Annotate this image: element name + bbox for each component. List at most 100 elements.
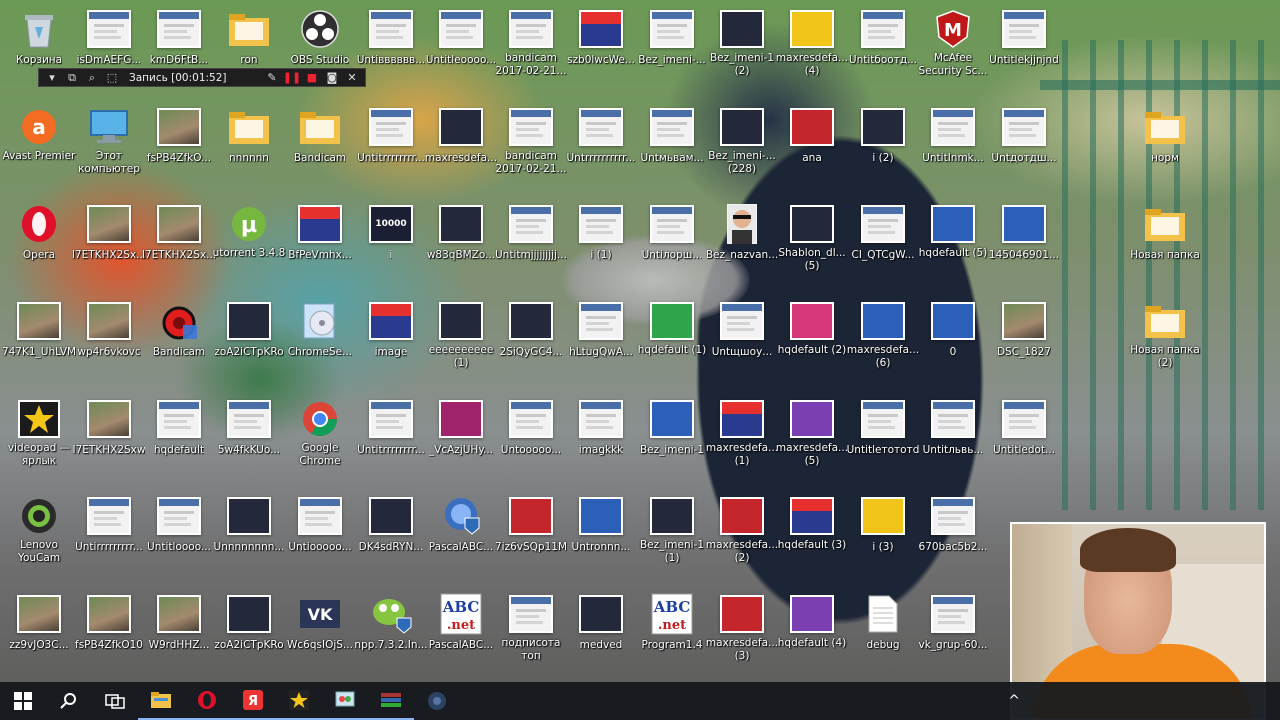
desktop-icon[interactable]: Untiвввввв... [354,6,428,67]
taskbar-chrome[interactable] [414,682,460,720]
desktop-icon[interactable]: Shablon_dl... (5) [775,201,849,273]
desktop-icon[interactable]: 0 [916,298,990,359]
task-view-button[interactable] [92,682,138,720]
desktop-icon[interactable]: maxresdefa... (3) [705,591,779,663]
desktop-icon[interactable]: Untooooo... [494,396,568,457]
taskbar-explorer[interactable] [138,682,184,720]
desktop-icon[interactable]: Untitlekjjnjnd [987,6,1061,67]
desktop-icon[interactable]: ChromeSe... [283,298,357,359]
desktop-icon[interactable]: Opera [2,201,76,262]
desktop-icon[interactable]: hqdefault [142,396,216,457]
desktop-icon[interactable]: Новая папка [1128,201,1202,262]
desktop-icon[interactable]: eeeeeeeeee (1) [424,298,498,370]
desktop-icon[interactable]: 747K1_UhLVM [2,298,76,359]
desktop-icon[interactable]: wp4r6vkovc [72,298,146,359]
close-icon[interactable]: ✕ [345,71,359,85]
desktop-icon[interactable]: подписота топ [494,591,568,663]
desktop-icon[interactable]: hqdefault (5) [916,201,990,260]
desktop-icon[interactable]: w83qBMZo... [424,201,498,262]
desktop-icon[interactable]: hqdefault (3) [775,493,849,552]
desktop-icon[interactable]: Этот компьютер [72,104,146,176]
desktop-icon[interactable]: Untronnn... [564,493,638,554]
desktop-icon[interactable]: Bandicam [142,298,216,359]
desktop-icon[interactable]: szb0lwcWe... [564,6,638,67]
taskbar-videopad[interactable] [276,682,322,720]
desktop-icon[interactable]: maxresdefa... (5) [775,396,849,468]
desktop-icon[interactable]: OBS Studio [283,6,357,67]
desktop-icon[interactable]: BfPeVmhx... [283,201,357,262]
desktop-icon[interactable]: Bez_imeni-1 [635,396,709,457]
desktop-icon[interactable]: Untitleoooo... [424,6,498,67]
desktop-icon[interactable]: Bez_imeni-... [635,6,709,67]
desktop-icon[interactable]: maxresdefa... [424,104,498,165]
desktop-icon[interactable]: maxresdefa... (6) [846,298,920,370]
desktop-icon[interactable]: Untitledot... [987,396,1061,457]
desktop-icon[interactable]: medved [564,591,638,652]
desktop-icon[interactable]: PascalABC... [424,493,498,554]
desktop-icon[interactable]: maxresdefa... (2) [705,493,779,565]
desktop-icon[interactable]: Untitmjjjjjjjjj... [494,201,568,262]
desktop-icon[interactable]: Lenovo YouCam [2,493,76,565]
desktop-icon[interactable]: DK4sdRYN... [354,493,428,554]
search-button[interactable] [46,682,92,720]
desktop-icon[interactable]: i (2) [846,104,920,165]
desktop-icon[interactable]: Bez_imeni-... (228) [705,104,779,176]
desktop-icon[interactable]: Bez_imeni-1 (2) [705,6,779,78]
desktop-icon[interactable]: Untщшоу... [705,298,779,359]
desktop-icon[interactable]: Untiлорш... [635,201,709,262]
desktop-icon[interactable]: Новая папка (2) [1128,298,1202,370]
desktop-icon[interactable]: vk_grup-60... [916,591,990,652]
desktop-icon[interactable]: 670bac5b2... [916,493,990,554]
desktop-icon[interactable]: 5w4fkKUo... [212,396,286,457]
desktop-icon[interactable]: bandicam 2017-02-21... [494,104,568,176]
desktop-icon[interactable]: npp.7.3.2.In... [354,591,428,652]
desktop-icon[interactable]: 10000 i [354,201,428,262]
desktop-icon[interactable]: videopad — ярлык [2,396,76,468]
camera-icon[interactable]: ◙ [325,71,339,85]
desktop-icon[interactable]: maxresdefa... (4) [775,6,849,78]
desktop-icon[interactable]: I7ETKHX2Sx... [142,201,216,262]
desktop-icon[interactable]: Untiooooo... [283,493,357,554]
desktop-icon[interactable]: 2SiQyGC4... [494,298,568,359]
desktop-icon[interactable]: hqdefault (4) [775,591,849,650]
desktop-icon[interactable]: Untitльвь... [916,396,990,457]
desktop-icon[interactable]: ABC .net PascalABC... [424,591,498,652]
desktop-icon[interactable]: Untitбоотд... [846,6,920,67]
desktop-icon[interactable]: норм [1128,104,1202,165]
desktop-icon[interactable]: Untitloooo... [142,493,216,554]
desktop-icon[interactable]: i (3) [846,493,920,554]
desktop-icon[interactable]: 7iz6vSQp11M [494,493,568,554]
desktop-icon[interactable]: nnnnnn [212,104,286,165]
desktop-icon[interactable]: CI_QTCgW... [846,201,920,262]
desktop-icon[interactable]: M McAfee Security Sc... [916,6,990,78]
desktop-icon[interactable]: 145046901... [987,201,1061,262]
desktop-icon[interactable]: Bez_imeni-1 (1) [635,493,709,565]
desktop-icon[interactable]: DSC_1827 [987,298,1061,359]
start-button[interactable] [0,682,46,720]
desktop-icon[interactable]: W9rdHHZ... [142,591,216,652]
desktop-icon[interactable]: isDmAEFG... [72,6,146,67]
desktop-icon[interactable]: ron [212,6,286,67]
desktop-icon[interactable]: fsPB4ZfkO10 [72,591,146,652]
desktop-icon[interactable]: imagkkk [564,396,638,457]
desktop-icon[interactable]: Untitrrrrrrrr... [354,104,428,165]
desktop-icon[interactable]: hqdefault (1) [635,298,709,357]
desktop-icon[interactable]: µ utorrent 3.4.8 [212,201,286,260]
desktop-icon[interactable]: Untitrrrrrrrr... [354,396,428,457]
desktop-icon[interactable]: Bandicam [283,104,357,165]
desktop-icon[interactable]: hLtugQwA... [564,298,638,359]
desktop-icon[interactable]: i (1) [564,201,638,262]
desktop-icon[interactable]: debug [846,591,920,652]
taskbar-paint[interactable] [322,682,368,720]
desktop-icon[interactable]: Untirrrrrrrrr... [72,493,146,554]
pause-icon[interactable]: ❚❚ [283,71,301,85]
desktop-icon[interactable]: Bez_nazvan... [705,201,779,262]
desktop-icon[interactable]: fsPB4ZfkO... [142,104,216,165]
desktop-icon[interactable]: image [354,298,428,359]
desktop-icon[interactable]: hqdefault (2) [775,298,849,357]
tray-chevron-up-icon[interactable]: ^ [1008,693,1020,709]
search-icon[interactable]: ⌕ [85,71,99,85]
desktop-icon[interactable]: UntitInmk... [916,104,990,165]
desktop-icon[interactable]: maxresdefa... (1) [705,396,779,468]
taskbar-opera[interactable] [184,682,230,720]
